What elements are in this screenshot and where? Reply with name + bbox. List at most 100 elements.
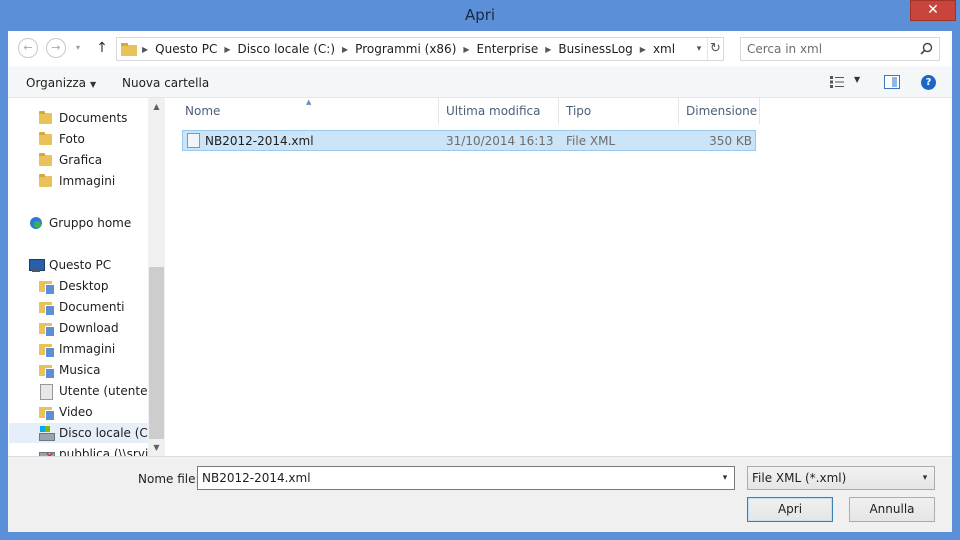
sidebar-item-label: Documents [59,111,128,125]
sidebar-item-documenti[interactable]: Documenti [38,297,165,317]
sidebar-item-label: Grafica [59,153,103,167]
preview-pane-icon[interactable] [884,75,900,89]
folder-icon [38,173,54,189]
breadcrumb-questo-pc[interactable]: Questo PC [151,42,221,56]
up-button[interactable]: ↑ [94,39,110,57]
breadcrumb: ▶ Questo PC ▶ Disco locale (C:) ▶ Progra… [139,38,679,60]
sidebar-item-documents[interactable]: Documents [38,108,165,128]
column-header-size[interactable]: Dimensione [679,98,760,124]
command-toolbar: Organizza ▼ Nuova cartella ▼ ? [8,66,952,98]
sidebar-item-label: Immagini [59,174,116,188]
sidebar-item-label: Documenti [59,300,125,314]
sidebar-item-gruppo-home[interactable]: Gruppo home [28,213,165,233]
desktop-folder-icon [38,278,55,295]
file-type: File XML [566,134,616,148]
address-row: ← → ▾ ↑ ▶ Questo PC ▶ Disco locale (C:) … [8,31,952,66]
navigation-pane[interactable]: Documents Foto Grafica Immagini Gruppo h… [8,98,165,456]
sidebar-item-immagini[interactable]: Immagini [38,171,165,191]
recent-locations-dropdown[interactable]: ▾ [72,41,84,55]
folder-icon [38,110,54,126]
open-button[interactable]: Apri [747,497,833,522]
sidebar-item-label: Musica [59,363,101,377]
sidebar-item-label: Foto [59,132,85,146]
sidebar-item-musica[interactable]: Musica [38,360,165,380]
sidebar-item-video[interactable]: Video [38,402,165,422]
breadcrumb-separator-icon[interactable]: ▶ [339,45,351,54]
breadcrumb-enterprise[interactable]: Enterprise [473,42,543,56]
chevron-down-icon[interactable]: ▾ [718,467,732,489]
close-button[interactable]: ✕ [910,0,956,21]
sort-ascending-icon: ▲ [306,98,312,106]
scrollbar-thumb[interactable] [149,267,164,439]
file-list[interactable]: ▲ Nome Ultima modifica Tipo Dimensione N… [168,98,952,456]
cancel-button[interactable]: Annulla [849,497,935,522]
xml-file-icon [187,133,200,148]
homegroup-icon [28,215,44,231]
pictures-folder-icon [38,341,55,358]
search-placeholder: Cerca in xml [747,42,823,56]
download-folder-icon [38,320,55,337]
chevron-down-icon: ▼ [90,80,97,89]
search-input[interactable]: Cerca in xml [740,37,940,61]
refresh-button[interactable]: ↻ [707,38,723,60]
sidebar-item-download[interactable]: Download [38,318,165,338]
column-header-type[interactable]: Tipo [559,98,679,124]
column-header-name[interactable]: ▲ Nome [168,98,439,124]
back-button[interactable]: ← [18,38,38,58]
sidebar-item-label: Gruppo home [49,216,132,230]
column-header-modified[interactable]: Ultima modifica [439,98,559,124]
sidebar-item-label: Download [59,321,119,335]
documents-folder-icon [38,299,55,316]
organize-menu-button[interactable]: Organizza ▼ [26,76,96,90]
breadcrumb-xml[interactable]: xml [649,42,679,56]
breadcrumb-disco-locale[interactable]: Disco locale (C:) [233,42,339,56]
breadcrumb-separator-icon[interactable]: ▶ [139,45,151,54]
music-folder-icon [38,362,55,379]
sidebar-item-label: Questo PC [49,258,112,272]
forward-button[interactable]: → [46,38,66,58]
title-bar[interactable]: Apri ✕ [0,0,960,31]
help-icon[interactable]: ? [921,75,936,90]
dialog-footer: Nome file: NB2012-2014.xml ▾ File XML (*… [8,456,952,532]
sidebar-item-utente[interactable]: Utente (utente-p [38,381,165,401]
user-folder-icon [38,383,54,400]
breadcrumb-separator-icon[interactable]: ▶ [637,45,649,54]
view-options-chevron-icon[interactable]: ▼ [854,75,860,84]
search-icon[interactable] [920,42,933,55]
filter-value: File XML (*.xml) [752,471,847,485]
file-type-filter-select[interactable]: File XML (*.xml) ▾ [747,466,935,490]
navigation-scrollbar[interactable]: ▲ ▼ [148,98,165,456]
scroll-down-icon[interactable]: ▼ [148,439,165,456]
change-view-icon[interactable] [830,76,844,88]
network-drive-icon [38,446,55,456]
sidebar-item-pubblica[interactable]: pubblica (\\srvitr [38,444,165,456]
breadcrumb-separator-icon[interactable]: ▶ [221,45,233,54]
breadcrumb-separator-icon[interactable]: ▶ [542,45,554,54]
breadcrumb-businesslog[interactable]: BusinessLog [554,42,636,56]
sidebar-item-desktop[interactable]: Desktop [38,276,165,296]
table-row[interactable]: NB2012-2014.xml 31/10/2014 16:13 File XM… [182,130,756,151]
folder-icon [121,43,137,56]
sidebar-item-label: Video [59,405,93,419]
sidebar-item-immagini-pc[interactable]: Immagini [38,339,165,359]
sidebar-item-label: Immagini [59,342,116,356]
address-dropdown[interactable]: ▾ [691,38,707,60]
local-disk-icon [38,425,55,441]
computer-icon [28,257,45,273]
new-folder-button[interactable]: Nuova cartella [122,76,209,90]
dialog-client: ← → ▾ ↑ ▶ Questo PC ▶ Disco locale (C:) … [8,31,952,532]
folder-icon [38,131,54,147]
sidebar-item-questo-pc[interactable]: Questo PC [28,255,165,275]
sidebar-item-grafica[interactable]: Grafica [38,150,165,170]
sidebar-item-foto[interactable]: Foto [38,129,165,149]
filename-input[interactable]: NB2012-2014.xml ▾ [197,466,735,490]
column-header-label: Nome [185,104,221,118]
video-folder-icon [38,404,55,421]
window-title: Apri [464,6,496,24]
sidebar-item-disco-locale[interactable]: Disco locale (C:) [9,423,157,443]
breadcrumb-separator-icon[interactable]: ▶ [460,45,472,54]
file-modified: 31/10/2014 16:13 [446,134,554,148]
scroll-up-icon[interactable]: ▲ [148,98,165,115]
address-bar[interactable]: ▶ Questo PC ▶ Disco locale (C:) ▶ Progra… [116,37,724,61]
breadcrumb-programmi[interactable]: Programmi (x86) [351,42,460,56]
